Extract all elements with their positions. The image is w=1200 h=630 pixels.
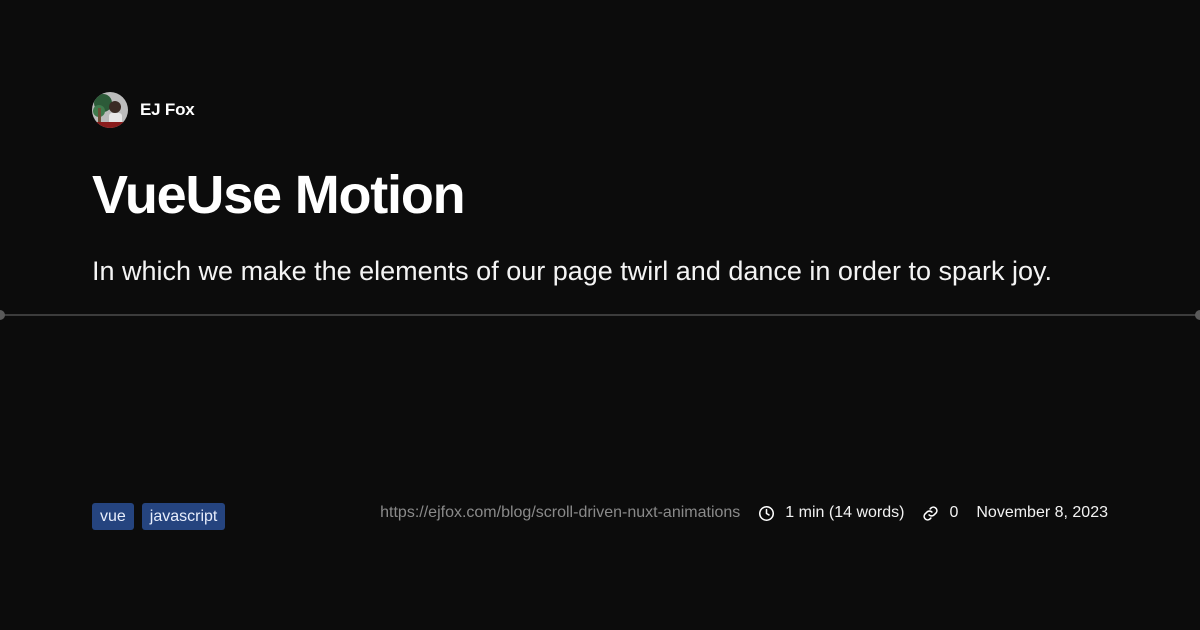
- author-byline: EJ Fox: [92, 92, 195, 128]
- clock-icon: [758, 505, 775, 522]
- post-summary: In which we make the elements of our pag…: [92, 256, 1053, 286]
- link-count-value: 0: [949, 504, 959, 521]
- post-meta: https://ejfox.com/blog/scroll-driven-nux…: [380, 500, 1108, 526]
- reading-time: 1 min (14 words): [758, 504, 904, 522]
- horizontal-divider-line: [0, 314, 1200, 316]
- tag-javascript[interactable]: javascript: [141, 503, 226, 530]
- author-avatar: [92, 92, 128, 128]
- divider-endpoint-right: [1195, 310, 1200, 320]
- link-count: 0: [922, 504, 958, 522]
- link-icon: [922, 505, 939, 522]
- publish-date: November 8, 2023: [976, 504, 1108, 521]
- tag-list: vue javascript: [92, 503, 226, 530]
- divider-endpoint-left: [0, 310, 5, 320]
- author-name[interactable]: EJ Fox: [140, 100, 195, 120]
- reading-time-text: 1 min (14 words): [785, 504, 905, 521]
- tag-vue[interactable]: vue: [92, 503, 134, 530]
- post-url[interactable]: https://ejfox.com/blog/scroll-driven-nux…: [380, 504, 740, 522]
- post-title: VueUse Motion: [92, 165, 466, 225]
